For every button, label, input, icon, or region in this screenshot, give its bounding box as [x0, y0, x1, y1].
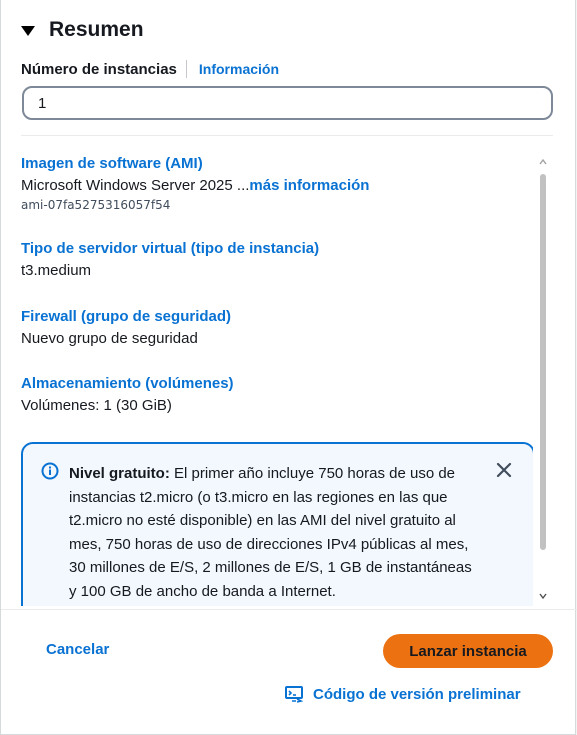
- label-separator: [185, 60, 187, 78]
- scrollbar-thumb[interactable]: [540, 174, 546, 550]
- code-preview-icon: [285, 686, 303, 703]
- footer-divider: [1, 609, 577, 610]
- free-tier-alert: Nivel gratuito: El primer año incluye 75…: [21, 442, 533, 606]
- info-link[interactable]: Información: [199, 61, 279, 77]
- instance-type-value: t3.medium: [21, 262, 92, 279]
- info-icon: [41, 462, 59, 480]
- ami-title-link[interactable]: Imagen de software (AMI): [21, 155, 369, 172]
- ami-value: Microsoft Windows Server 2025 ...más inf…: [21, 177, 369, 194]
- free-tier-body: El primer año incluye 750 horas de uso d…: [69, 465, 472, 600]
- scroll-down-icon[interactable]: [539, 592, 547, 600]
- more-info-link[interactable]: más información: [249, 177, 369, 194]
- instance-type-title-link[interactable]: Tipo de servidor virtual (tipo de instan…: [21, 240, 319, 257]
- divider: [21, 135, 553, 136]
- free-tier-heading: Nivel gratuito:: [69, 465, 170, 482]
- ami-id: ami-07fa5275316057f54: [21, 198, 171, 212]
- instance-count-input[interactable]: [22, 86, 553, 120]
- instance-type-section: Tipo de servidor virtual (tipo de instan…: [21, 240, 319, 279]
- close-icon[interactable]: [494, 460, 514, 480]
- summary-scroll-area[interactable]: Imagen de software (AMI) Microsoft Windo…: [21, 150, 533, 606]
- ami-name: Microsoft Windows Server 2025 ...: [21, 177, 250, 194]
- storage-value: Volúmenes: 1 (30 GiB): [21, 397, 172, 414]
- ami-section: Imagen de software (AMI) Microsoft Windo…: [21, 155, 369, 212]
- preview-code-link[interactable]: Código de versión preliminar: [285, 685, 521, 703]
- panel-title: Resumen: [49, 18, 144, 41]
- caret-down-icon[interactable]: [21, 26, 35, 36]
- instance-count-label-row: Número de instancias Información: [21, 60, 279, 78]
- launch-instance-button[interactable]: Lanzar instancia: [383, 634, 553, 668]
- free-tier-text: Nivel gratuito: El primer año incluye 75…: [69, 462, 477, 603]
- scrollbar[interactable]: [537, 152, 549, 604]
- firewall-title-link[interactable]: Firewall (grupo de seguridad): [21, 308, 231, 325]
- firewall-section: Firewall (grupo de seguridad) Nuevo grup…: [21, 308, 231, 347]
- scroll-up-icon[interactable]: [539, 158, 547, 166]
- preview-code-label: Código de versión preliminar: [313, 685, 521, 703]
- cancel-button[interactable]: Cancelar: [46, 641, 109, 658]
- summary-header[interactable]: Resumen: [21, 18, 144, 42]
- firewall-value: Nuevo grupo de seguridad: [21, 330, 198, 347]
- summary-panel: Resumen Número de instancias Información…: [0, 0, 577, 735]
- storage-section: Almacenamiento (volúmenes) Volúmenes: 1 …: [21, 375, 234, 414]
- storage-title-link[interactable]: Almacenamiento (volúmenes): [21, 375, 234, 392]
- instance-count-label: Número de instancias: [21, 60, 177, 78]
